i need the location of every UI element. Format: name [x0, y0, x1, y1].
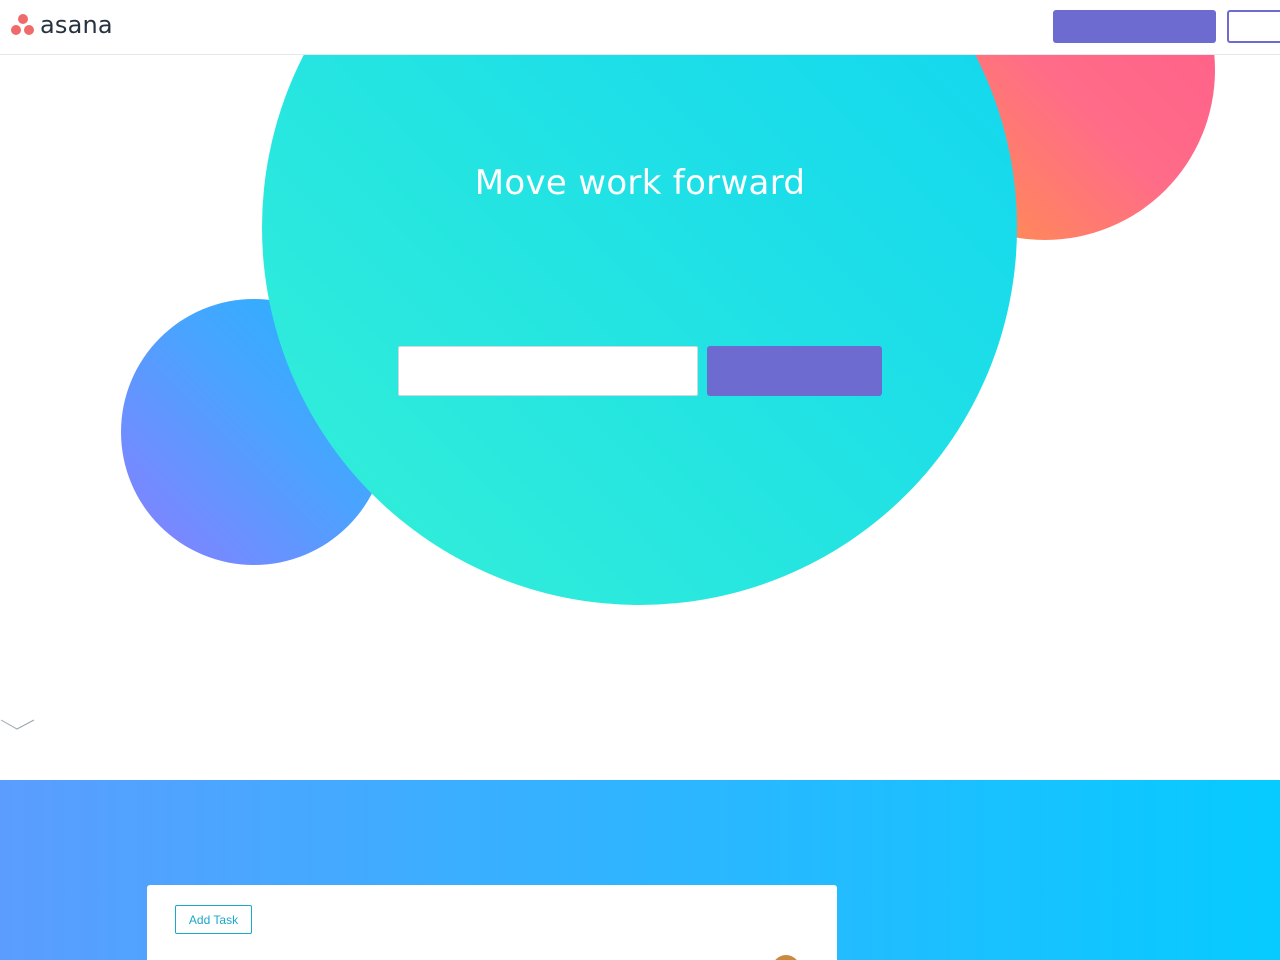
logo-dot — [11, 25, 21, 35]
product-demo-section: Add Task — [0, 780, 1280, 960]
asana-dots-icon — [11, 14, 35, 38]
chevron-down-icon[interactable] — [0, 716, 36, 732]
avatar — [772, 955, 800, 960]
logo-wordmark: asana — [40, 11, 113, 39]
get-started-button[interactable] — [707, 346, 882, 396]
teal-hero-circle — [262, 0, 1017, 605]
header-primary-button[interactable] — [1053, 10, 1216, 43]
task-list-card: Add Task — [147, 885, 837, 960]
email-input[interactable] — [398, 346, 698, 396]
hero-title: Move work forward — [474, 163, 806, 203]
add-task-button[interactable]: Add Task — [175, 905, 252, 934]
logo-dot — [24, 25, 34, 35]
asana-logo[interactable]: asana — [11, 11, 131, 42]
logo-dot — [18, 14, 28, 24]
homepage: asana Move work forward Add Task — [0, 0, 1280, 960]
header-secondary-button[interactable] — [1227, 10, 1280, 43]
site-header: asana — [0, 0, 1280, 55]
